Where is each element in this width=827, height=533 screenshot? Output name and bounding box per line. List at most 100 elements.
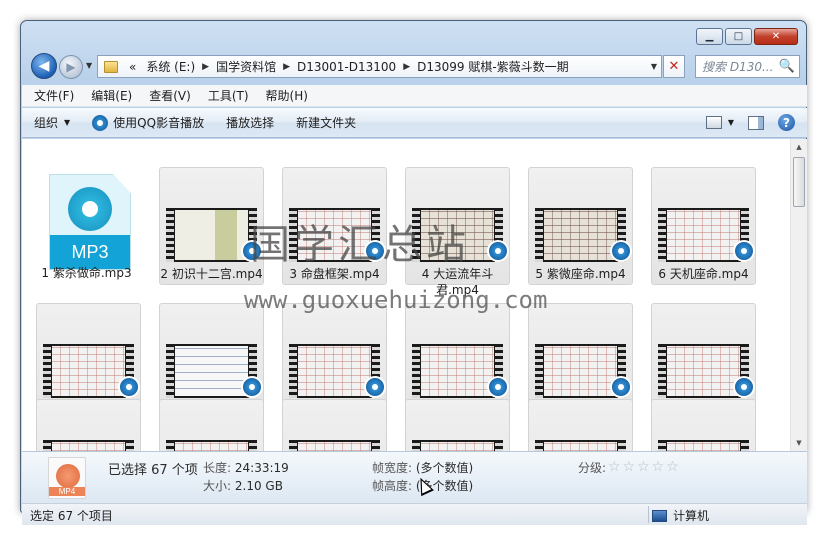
rating-label: 分级: — [578, 461, 607, 475]
organize-button[interactable]: 组织 ▼ — [34, 114, 70, 131]
length-row: 长度: 24:33:19 — [203, 459, 289, 476]
breadcrumb-separator-icon[interactable]: ▶ — [200, 62, 211, 72]
search-box[interactable]: 搜索 D130... 🔍 — [695, 55, 800, 78]
qq-player-icon — [364, 376, 386, 398]
file-item[interactable] — [651, 399, 756, 451]
video-thumbnail — [166, 440, 257, 451]
scroll-up-icon[interactable]: ▲ — [791, 139, 807, 155]
menu-edit[interactable]: 编辑(E) — [91, 87, 132, 104]
back-arrow-icon: ◀ — [38, 58, 50, 74]
search-icon[interactable]: 🔍 — [779, 59, 795, 74]
maximize-button[interactable]: □ — [725, 28, 752, 45]
thumbnail-frame — [52, 442, 125, 451]
thumbnail-frame — [544, 442, 617, 451]
play-selection-label: 播放选择 — [226, 116, 275, 130]
organize-label: 组织 — [34, 116, 59, 130]
view-dropdown-icon[interactable]: ▼ — [728, 118, 734, 127]
watermark-text: 国学汇总站 — [250, 222, 470, 268]
size-value: 2.10 GB — [234, 479, 283, 493]
status-bar: 选定 67 个项目 计算机 — [22, 503, 807, 525]
menu-view[interactable]: 查看(V) — [149, 87, 191, 104]
qq-player-icon — [733, 240, 755, 262]
video-thumbnail — [658, 440, 749, 451]
close-button[interactable]: ✕ — [754, 28, 798, 45]
thumbnail-frame — [544, 210, 617, 260]
video-thumbnail — [412, 440, 503, 451]
breadcrumb-separator-icon[interactable]: ▶ — [281, 62, 292, 72]
computer-icon — [652, 509, 667, 522]
breadcrumb-library[interactable]: 国学资料馆 — [211, 58, 281, 75]
menu-file[interactable]: 文件(F) — [34, 87, 74, 104]
navigation-bar: ◀ ▶ ▼ « 系统 (E:) ▶ 国学资料馆 ▶ D13001-D13100 … — [29, 51, 800, 81]
scroll-thumb[interactable] — [793, 157, 805, 207]
details-pane: MP4 已选择 67 个项 长度: 24:33:19 大小: 2.10 GB 帧… — [22, 451, 807, 503]
qq-player-icon — [610, 240, 632, 262]
address-dropdown-icon[interactable]: ▼ — [647, 62, 661, 71]
video-file-icon: MP4 — [48, 457, 86, 499]
back-button[interactable]: ◀ — [31, 53, 57, 79]
preview-pane-icon[interactable] — [748, 115, 764, 130]
file-name: 5 紫微座命.mp4 — [535, 267, 626, 281]
rating-row: 分级: — [578, 459, 606, 476]
video-thumbnail — [289, 440, 380, 451]
file-item[interactable] — [159, 399, 264, 451]
length-value: 24:33:19 — [234, 461, 289, 475]
file-item[interactable]: 6 天机座命.mp4 — [651, 167, 756, 285]
thumbnail-frame — [175, 346, 248, 396]
frame-width-value: (多个数值) — [415, 461, 474, 475]
qq-player-icon — [487, 376, 509, 398]
thumbnail-frame — [421, 346, 494, 396]
file-item[interactable]: 2 初识十二宫.mp4 — [159, 167, 264, 285]
size-label: 大小: — [203, 479, 232, 493]
forward-button[interactable]: ▶ — [59, 55, 83, 79]
file-item[interactable]: 5 紫微座命.mp4 — [528, 167, 633, 285]
qq-player-icon — [733, 376, 755, 398]
breadcrumb-separator-icon[interactable]: ▶ — [401, 62, 412, 72]
help-icon[interactable]: ? — [778, 114, 795, 131]
minimize-button[interactable]: ▁ — [696, 28, 723, 45]
window-controls: ▁ □ ✕ — [696, 28, 798, 45]
video-thumbnail — [535, 440, 626, 451]
watermark-url: www.guoxuehuizong.com — [244, 286, 548, 314]
thumbnail-frame — [544, 346, 617, 396]
recent-pages-dropdown[interactable]: ▼ — [86, 61, 92, 70]
file-name: 6 天机座命.mp4 — [658, 267, 749, 281]
chevron-down-icon: ▼ — [64, 118, 71, 127]
rating-stars[interactable]: ☆☆☆☆☆ — [608, 459, 681, 475]
mp3-file-icon: MP3 — [49, 174, 131, 270]
clear-address-button[interactable]: ✕ — [663, 55, 685, 78]
qq-player-icon — [241, 376, 263, 398]
play-selection-button[interactable]: 播放选择 — [226, 114, 274, 131]
status-location-text: 计算机 — [673, 509, 710, 523]
thumbnail-frame — [175, 210, 248, 260]
menu-tools[interactable]: 工具(T) — [208, 87, 249, 104]
breadcrumb-current[interactable]: D13099 赋棋-紫薇斗数一期 — [412, 58, 574, 75]
qq-player-icon — [118, 376, 140, 398]
breadcrumb-drive[interactable]: 系统 (E:) — [141, 58, 200, 75]
new-folder-button[interactable]: 新建文件夹 — [296, 114, 356, 131]
menu-help[interactable]: 帮助(H) — [266, 87, 308, 104]
search-placeholder: 搜索 D130... — [702, 60, 774, 74]
vertical-scrollbar[interactable]: ▲ ▼ — [790, 139, 807, 451]
video-icon-label: MP4 — [49, 487, 85, 496]
file-item[interactable] — [528, 399, 633, 451]
history-chevron[interactable]: « — [124, 60, 141, 74]
thumbnail-frame — [175, 442, 248, 451]
address-bar[interactable]: « 系统 (E:) ▶ 国学资料馆 ▶ D13001-D13100 ▶ D130… — [97, 55, 662, 78]
file-item[interactable]: MP3 1 紫杀做命.mp3 — [22, 167, 132, 285]
thumbnail-frame — [298, 442, 371, 451]
file-item[interactable] — [36, 399, 141, 451]
file-item[interactable] — [282, 399, 387, 451]
size-row: 大小: 2.10 GB — [203, 477, 283, 494]
change-view-icon[interactable] — [705, 116, 722, 129]
new-folder-label: 新建文件夹 — [296, 116, 357, 130]
play-with-qq-button[interactable]: 使用QQ影音播放 — [92, 114, 204, 131]
breadcrumb-range[interactable]: D13001-D13100 — [292, 60, 401, 74]
file-name: 2 初识十二宫.mp4 — [160, 267, 263, 281]
scroll-down-icon[interactable]: ▼ — [791, 435, 807, 451]
thumbnail-frame — [667, 346, 740, 396]
file-item[interactable] — [405, 399, 510, 451]
status-divider — [648, 506, 649, 523]
view-controls: ▼ ? — [705, 114, 795, 131]
frame-width-label: 帧宽度: — [372, 461, 413, 475]
